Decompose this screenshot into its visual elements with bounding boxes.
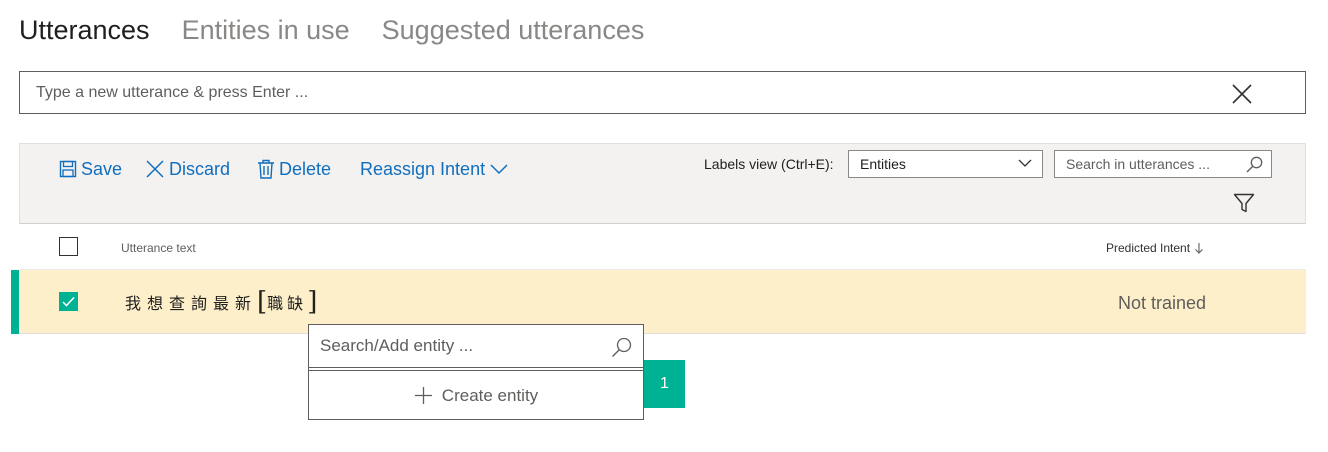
tab-suggested-utterances[interactable]: Suggested utterances (382, 12, 645, 52)
search-utterances-box (1054, 150, 1272, 178)
delete-button[interactable]: Delete (257, 156, 331, 182)
new-utterance-box (19, 71, 1306, 114)
search-utterances-input[interactable] (1055, 151, 1240, 177)
delete-label: Delete (279, 158, 332, 179)
create-entity-label: Create entity (441, 385, 539, 405)
tab-utterances[interactable]: Utterances (19, 12, 150, 52)
entity-picker-popup: Create entity (308, 324, 644, 420)
labels-view-dropdown[interactable]: Entities (848, 150, 1043, 178)
chevron-down-icon (490, 164, 508, 175)
labels-view-label: Labels view (Ctrl+E): (704, 156, 834, 172)
new-utterance-input[interactable] (20, 72, 1240, 113)
sort-down-arrow-icon (1195, 243, 1203, 254)
step-badge: 1 (644, 360, 685, 408)
utterance-text-plain: 我想查詢最新 (125, 294, 258, 313)
entity-open-bracket: [ (257, 287, 268, 317)
discard-button[interactable]: Discard (145, 156, 230, 182)
create-entity-button[interactable]: Create entity (309, 372, 643, 419)
reassign-label: Reassign Intent (360, 158, 486, 179)
predicted-intent-label: Predicted Intent (1106, 241, 1191, 255)
command-bar: Save Discard Delete Reassign Intent Labe… (19, 143, 1306, 224)
entity-close-bracket: ] (307, 287, 318, 317)
filter-icon[interactable] (1233, 192, 1255, 214)
chevron-down-icon (1018, 159, 1032, 167)
checkmark-icon (62, 296, 75, 307)
save-label: Save (81, 158, 123, 179)
column-header-predicted-intent[interactable]: Predicted Intent (1106, 241, 1204, 255)
close-icon[interactable] (1231, 83, 1253, 105)
select-all-checkbox[interactable] (59, 237, 78, 256)
row-checkbox[interactable] (59, 292, 78, 311)
entity-search-input[interactable] (309, 325, 599, 367)
search-icon[interactable] (1246, 156, 1263, 173)
column-header-utterance-text: Utterance text (121, 241, 196, 255)
tab-entities-in-use[interactable]: Entities in use (182, 12, 350, 52)
entity-search-box (309, 325, 643, 368)
entity-token[interactable]: 職缺 (267, 290, 307, 314)
save-icon (59, 160, 77, 178)
discard-label: Discard (169, 158, 231, 179)
labels-view-value: Entities (860, 156, 906, 172)
predicted-intent-value[interactable]: Not trained (1118, 293, 1206, 314)
pivot-tabs: Utterances Entities in use Suggested utt… (19, 12, 676, 52)
plus-icon (414, 387, 432, 404)
search-icon[interactable] (611, 337, 632, 358)
table-header: Utterance text Predicted Intent (19, 224, 1306, 270)
save-button[interactable]: Save (59, 156, 122, 182)
popup-divider (309, 370, 643, 371)
utterance-text: 我想查詢最新 [ 職缺 ] (125, 287, 317, 317)
close-icon (146, 160, 164, 178)
table-row[interactable]: 我想查詢最新 [ 職缺 ] Not trained (19, 270, 1306, 334)
trash-icon (258, 159, 274, 179)
reassign-intent-button[interactable]: Reassign Intent (360, 156, 508, 182)
